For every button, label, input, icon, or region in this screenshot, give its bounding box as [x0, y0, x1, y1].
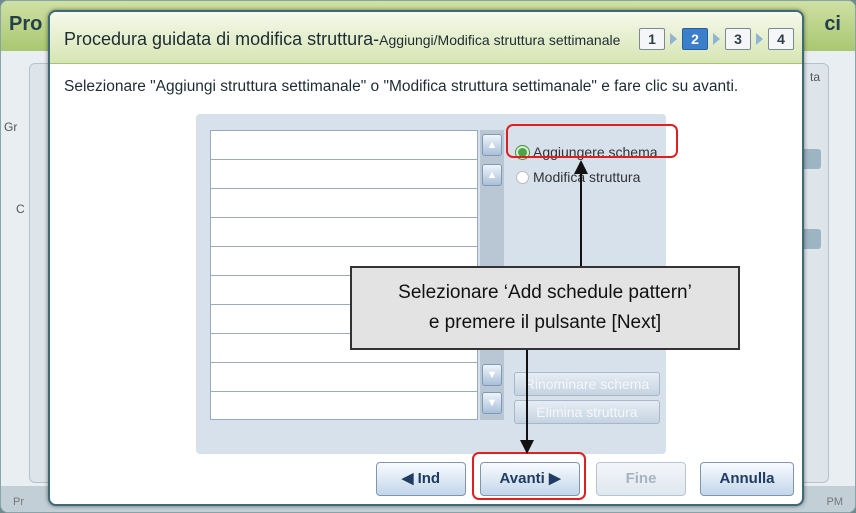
- arrow-down-icon: [520, 440, 534, 454]
- delete-pattern-button[interactable]: Elimina struttura: [514, 400, 660, 424]
- callout-line-2: e premere il pulsante [Next]: [428, 312, 662, 333]
- highlight-next-button: [472, 452, 586, 500]
- dialog-header: Procedura guidata di modifica struttura-…: [50, 12, 802, 64]
- cancel-button[interactable]: Annulla: [700, 462, 794, 496]
- list-item[interactable]: [211, 160, 477, 189]
- callout-line-up: [580, 172, 582, 268]
- back-button[interactable]: ◀ Ind: [376, 462, 466, 496]
- dialog-title: Procedura guidata di modifica struttura-…: [64, 29, 620, 50]
- background-right-label: ci: [824, 13, 841, 35]
- step-4: 4: [768, 28, 794, 50]
- finish-button[interactable]: Fine: [596, 462, 686, 496]
- step-arrow-icon: [670, 33, 677, 45]
- dialog-title-main: Procedura guidata di modifica struttura-: [64, 29, 380, 49]
- wizard-steps: 1 2 3 4: [639, 28, 794, 50]
- step-1: 1: [639, 28, 665, 50]
- background-button[interactable]: [801, 229, 821, 249]
- arrow-up-icon: [574, 160, 588, 174]
- instruction-text: Selezionare "Aggiungi struttura settiman…: [64, 78, 739, 95]
- list-item[interactable]: [211, 363, 477, 392]
- list-item[interactable]: [211, 218, 477, 247]
- background-footer-left: Pr: [13, 496, 24, 508]
- scroll-down-icon[interactable]: ▼: [482, 364, 502, 386]
- step-arrow-icon: [713, 33, 720, 45]
- background-button[interactable]: [801, 149, 821, 169]
- callout-line-1: Selezionare ‘Add schedule pattern’: [398, 282, 692, 303]
- step-2: 2: [682, 28, 708, 50]
- highlight-add-option: [506, 124, 678, 158]
- background-tab-label: ta: [810, 70, 821, 84]
- rename-pattern-button[interactable]: Rinominare schema: [514, 372, 660, 396]
- background-title: Pro: [9, 13, 43, 35]
- scroll-top-icon[interactable]: ▲: [482, 134, 502, 156]
- dialog-title-sub: Aggiungi/Modifica struttura settimanale: [379, 32, 621, 48]
- instruction-callout: Selezionare ‘Add schedule pattern’ e pre…: [350, 266, 740, 350]
- step-3: 3: [725, 28, 751, 50]
- background-label-c: C: [16, 202, 25, 216]
- pattern-wizard-dialog: Procedura guidata di modifica struttura-…: [48, 10, 804, 506]
- scroll-bottom-icon[interactable]: ▼: [482, 392, 502, 414]
- callout-line-down: [526, 348, 528, 444]
- list-item[interactable]: [211, 131, 477, 160]
- background-footer-right: PM: [826, 496, 844, 508]
- radio-unselected-icon[interactable]: [516, 170, 529, 184]
- background-label-gr: Gr: [4, 120, 18, 134]
- scroll-up-icon[interactable]: ▲: [482, 164, 502, 186]
- list-item[interactable]: [211, 189, 477, 218]
- step-arrow-icon: [756, 33, 763, 45]
- list-item[interactable]: [211, 392, 477, 421]
